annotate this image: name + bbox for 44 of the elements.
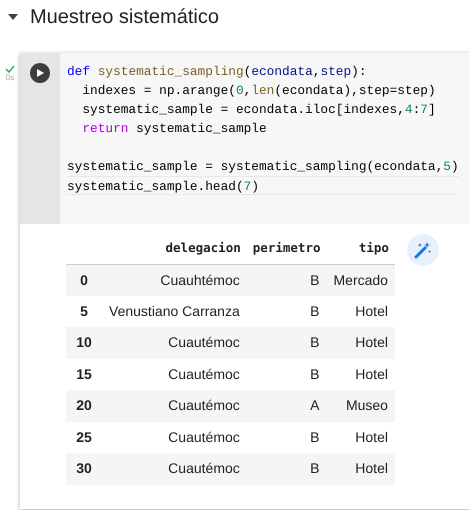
table-cell: B: [246, 422, 326, 453]
table-cell: Cuautémoc: [102, 453, 247, 484]
table-cell: Cuautémoc: [102, 390, 247, 422]
row-index: 20: [66, 390, 102, 422]
table-cell: Hotel: [326, 358, 395, 390]
table-cell: Venustiano Carranza: [102, 296, 247, 327]
play-icon: [36, 69, 44, 77]
table-cell: Cuautémoc: [102, 422, 247, 453]
table-cell: B: [246, 358, 326, 390]
table-cell: B: [246, 327, 326, 358]
table-cell: Cuautémoc: [102, 358, 247, 390]
row-index: 0: [66, 264, 102, 296]
code-line: def systematic_sampling(econdata,step):: [67, 63, 368, 81]
row-index: 30: [66, 453, 102, 484]
table-cell: A: [246, 390, 326, 422]
table-cell: Hotel: [326, 453, 395, 484]
code-line: indexes = np.arange(0,len(econdata),step=step): [81, 82, 437, 100]
table-cell: Hotel: [326, 296, 395, 327]
magic-wand-button[interactable]: [406, 234, 439, 266]
row-index: 15: [66, 358, 102, 390]
row-index: 10: [66, 327, 102, 358]
magic-wand-icon: [412, 240, 433, 260]
table-cell: Cuauhtémoc: [102, 264, 247, 296]
code-line: systematic_sample = econdata.iloc[indexes,4:7]: [81, 101, 437, 119]
execution-time: 0s: [6, 74, 14, 82]
caret-icon[interactable]: [8, 14, 18, 20]
table-cell: Hotel: [326, 327, 395, 358]
table-cell: B: [246, 296, 326, 327]
code-line: systematic_sample = systematic_sampling(econdata,5): [67, 158, 459, 176]
row-index: 25: [66, 422, 102, 453]
table-cell: B: [246, 453, 326, 484]
column-header: tipo: [326, 234, 395, 264]
table-cell: Mercado: [326, 264, 395, 296]
row-index: 5: [66, 296, 102, 327]
table-cell: B: [246, 264, 326, 296]
column-header: perimetro: [246, 234, 326, 264]
code-line: systematic_sample.head(7): [67, 176, 459, 195]
table-cell: Museo: [326, 390, 395, 422]
table-cell: Hotel: [326, 422, 395, 453]
code-line: return systematic_sample: [81, 120, 268, 138]
run-button[interactable]: [30, 63, 50, 83]
table-cell: Cuautémoc: [102, 327, 247, 358]
section-title: Muestreo sistemático: [30, 5, 219, 30]
column-header: delegacion: [102, 234, 247, 264]
